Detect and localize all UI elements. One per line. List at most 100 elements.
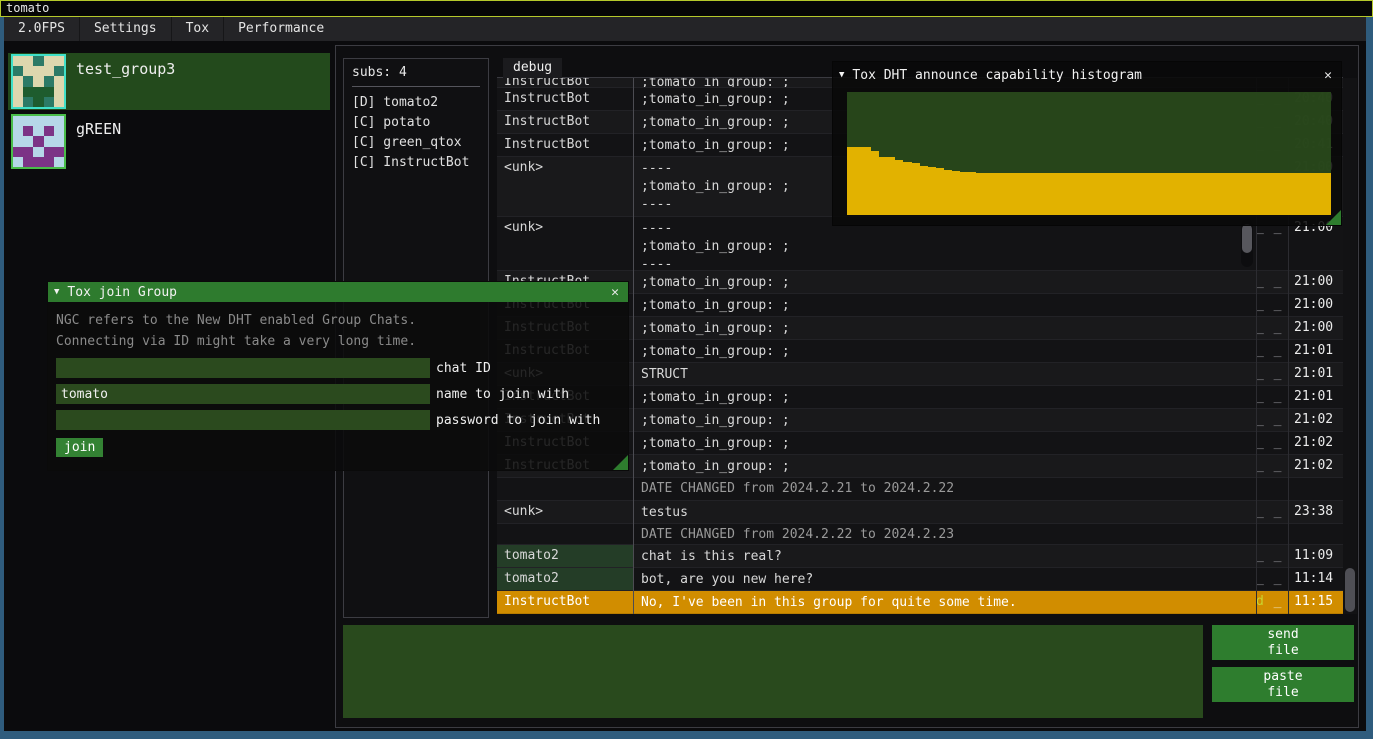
avatar-pixel [54, 147, 64, 157]
resize-grip[interactable] [1326, 210, 1341, 225]
histogram-bar [968, 172, 976, 215]
chat-message-row[interactable]: <unk>----;tomato_in_group: ;----_ _21:00 [497, 217, 1343, 271]
message-text: ;tomato_in_group: ; [633, 409, 1256, 431]
avatar-pixel [13, 116, 23, 126]
subs-member[interactable]: [C] potato [352, 113, 480, 133]
button-label: file [1267, 685, 1298, 701]
histogram-bar [1266, 173, 1274, 215]
status-flag: _ [1256, 366, 1265, 381]
histogram-bar [1274, 173, 1282, 215]
histogram-bar [952, 171, 960, 215]
sender-name [497, 524, 633, 544]
message-status-flags: _ _ [1256, 294, 1288, 316]
message-timestamp: 21:00 [1288, 271, 1343, 293]
avatar-pixel [44, 157, 54, 167]
chat-message-row[interactable]: tomato2bot, are you new here?_ _11:14 [497, 568, 1343, 591]
message-status-flags: _ _ [1256, 455, 1288, 477]
chat-vertical-scrollbar[interactable] [1343, 78, 1357, 614]
message-status-flags: _ _ [1256, 363, 1288, 385]
join-password-input[interactable] [56, 410, 430, 430]
paste-file-button[interactable]: paste file [1212, 667, 1354, 702]
histogram-bar [1065, 173, 1073, 215]
histogram-bar [920, 166, 928, 215]
message-timestamp: 21:01 [1288, 386, 1343, 408]
menu-item-tox[interactable]: Tox [171, 17, 223, 41]
join-button[interactable]: join [56, 438, 103, 457]
scrollbar-thumb[interactable] [1345, 568, 1355, 612]
join-name-input[interactable] [56, 384, 430, 404]
button-label: paste [1263, 669, 1302, 685]
status-flag: _ [1265, 435, 1283, 450]
message-text: No, I've been in this group for quite so… [633, 591, 1256, 613]
chat-message-row[interactable]: InstructBotNo, I've been in this group f… [497, 591, 1343, 614]
chat-message-row[interactable]: tomato2chat is this real?_ _11:09 [497, 545, 1343, 568]
collapse-arrow-icon[interactable]: ▼ [54, 287, 59, 297]
close-icon[interactable]: ✕ [1321, 68, 1335, 83]
sender-name: InstructBot [497, 111, 633, 133]
histogram-bar [1073, 173, 1081, 215]
histogram-bar [928, 167, 936, 215]
group-avatar [11, 54, 66, 109]
message-cell-scrollbar[interactable] [1241, 219, 1253, 267]
window-title: Tox DHT announce capability histogram [852, 68, 1142, 83]
message-text: testus [633, 501, 1256, 523]
sidebar-item-green[interactable]: gREEN [8, 113, 330, 170]
date-separator-row[interactable]: DATE CHANGED from 2024.2.22 to 2024.2.23 [497, 524, 1343, 545]
histogram-bar [1242, 173, 1250, 215]
subs-member[interactable]: [D] tomato2 [352, 93, 480, 113]
histogram-bar [1137, 173, 1145, 215]
histogram-bar [1032, 173, 1040, 215]
window-titlebar[interactable]: ▼ Tox DHT announce capability histogram … [833, 62, 1341, 88]
window-titlebar[interactable]: ▼ Tox join Group ✕ [48, 282, 628, 302]
avatar-pixel [44, 97, 54, 107]
send-file-button[interactable]: send file [1212, 625, 1354, 660]
histogram-bar [1041, 173, 1049, 215]
subs-member[interactable]: [C] InstructBot [352, 153, 480, 173]
menu-item-performance[interactable]: Performance [223, 17, 338, 41]
group-avatar [11, 114, 66, 169]
date-separator-row[interactable]: DATE CHANGED from 2024.2.21 to 2024.2.22 [497, 478, 1343, 501]
histogram-bar [1161, 173, 1169, 215]
avatar-pixel [13, 87, 23, 97]
message-timestamp [1288, 524, 1343, 544]
close-icon[interactable]: ✕ [608, 285, 622, 300]
sender-name: InstructBot [497, 78, 633, 87]
status-flag: _ [1256, 320, 1265, 335]
sidebar-item-test-group3[interactable]: test_group3 [8, 53, 330, 110]
fps-indicator: 2.0FPS [4, 17, 79, 41]
avatar-pixel [33, 76, 43, 86]
collapse-arrow-icon[interactable]: ▼ [839, 70, 844, 80]
status-flag: _ [1256, 297, 1265, 312]
menu-item-settings[interactable]: Settings [79, 17, 171, 41]
histogram-bar [912, 163, 920, 215]
group-name: test_group3 [66, 53, 175, 78]
scrollbar-thumb[interactable] [1242, 224, 1252, 253]
message-text: DATE CHANGED from 2024.2.21 to 2024.2.22 [633, 478, 1256, 500]
histogram-bar [903, 162, 911, 215]
avatar-pixel [23, 87, 33, 97]
message-status-flags: d _ [1256, 591, 1288, 613]
histogram-bar [1218, 173, 1226, 215]
avatar-pixel [23, 76, 33, 86]
message-text: ;tomato_in_group: ; [633, 386, 1256, 408]
message-text: ;tomato_in_group: ; [633, 455, 1256, 477]
avatar-pixel [23, 56, 33, 66]
histogram-bar [847, 147, 855, 215]
chat-id-input[interactable] [56, 358, 430, 378]
histogram-bar [1081, 173, 1089, 215]
sender-name: <unk> [497, 501, 633, 523]
os-titlebar[interactable]: tomato [0, 0, 1373, 17]
subs-member[interactable]: [C] green_qtox [352, 133, 480, 153]
subs-count-label: subs: 4 [352, 65, 480, 80]
chat-message-row[interactable]: <unk>testus_ _23:38 [497, 501, 1343, 524]
histogram-bar [1226, 173, 1234, 215]
sender-name: <unk> [497, 217, 633, 270]
resize-grip[interactable] [613, 455, 628, 470]
avatar-pixel [23, 147, 33, 157]
tab-debug[interactable]: debug [503, 58, 562, 78]
histogram-plot[interactable] [847, 92, 1331, 215]
avatar-pixel [23, 116, 33, 126]
histogram-bar [992, 173, 1000, 215]
message-input[interactable] [343, 625, 1203, 718]
sender-name: <unk> [497, 157, 633, 216]
